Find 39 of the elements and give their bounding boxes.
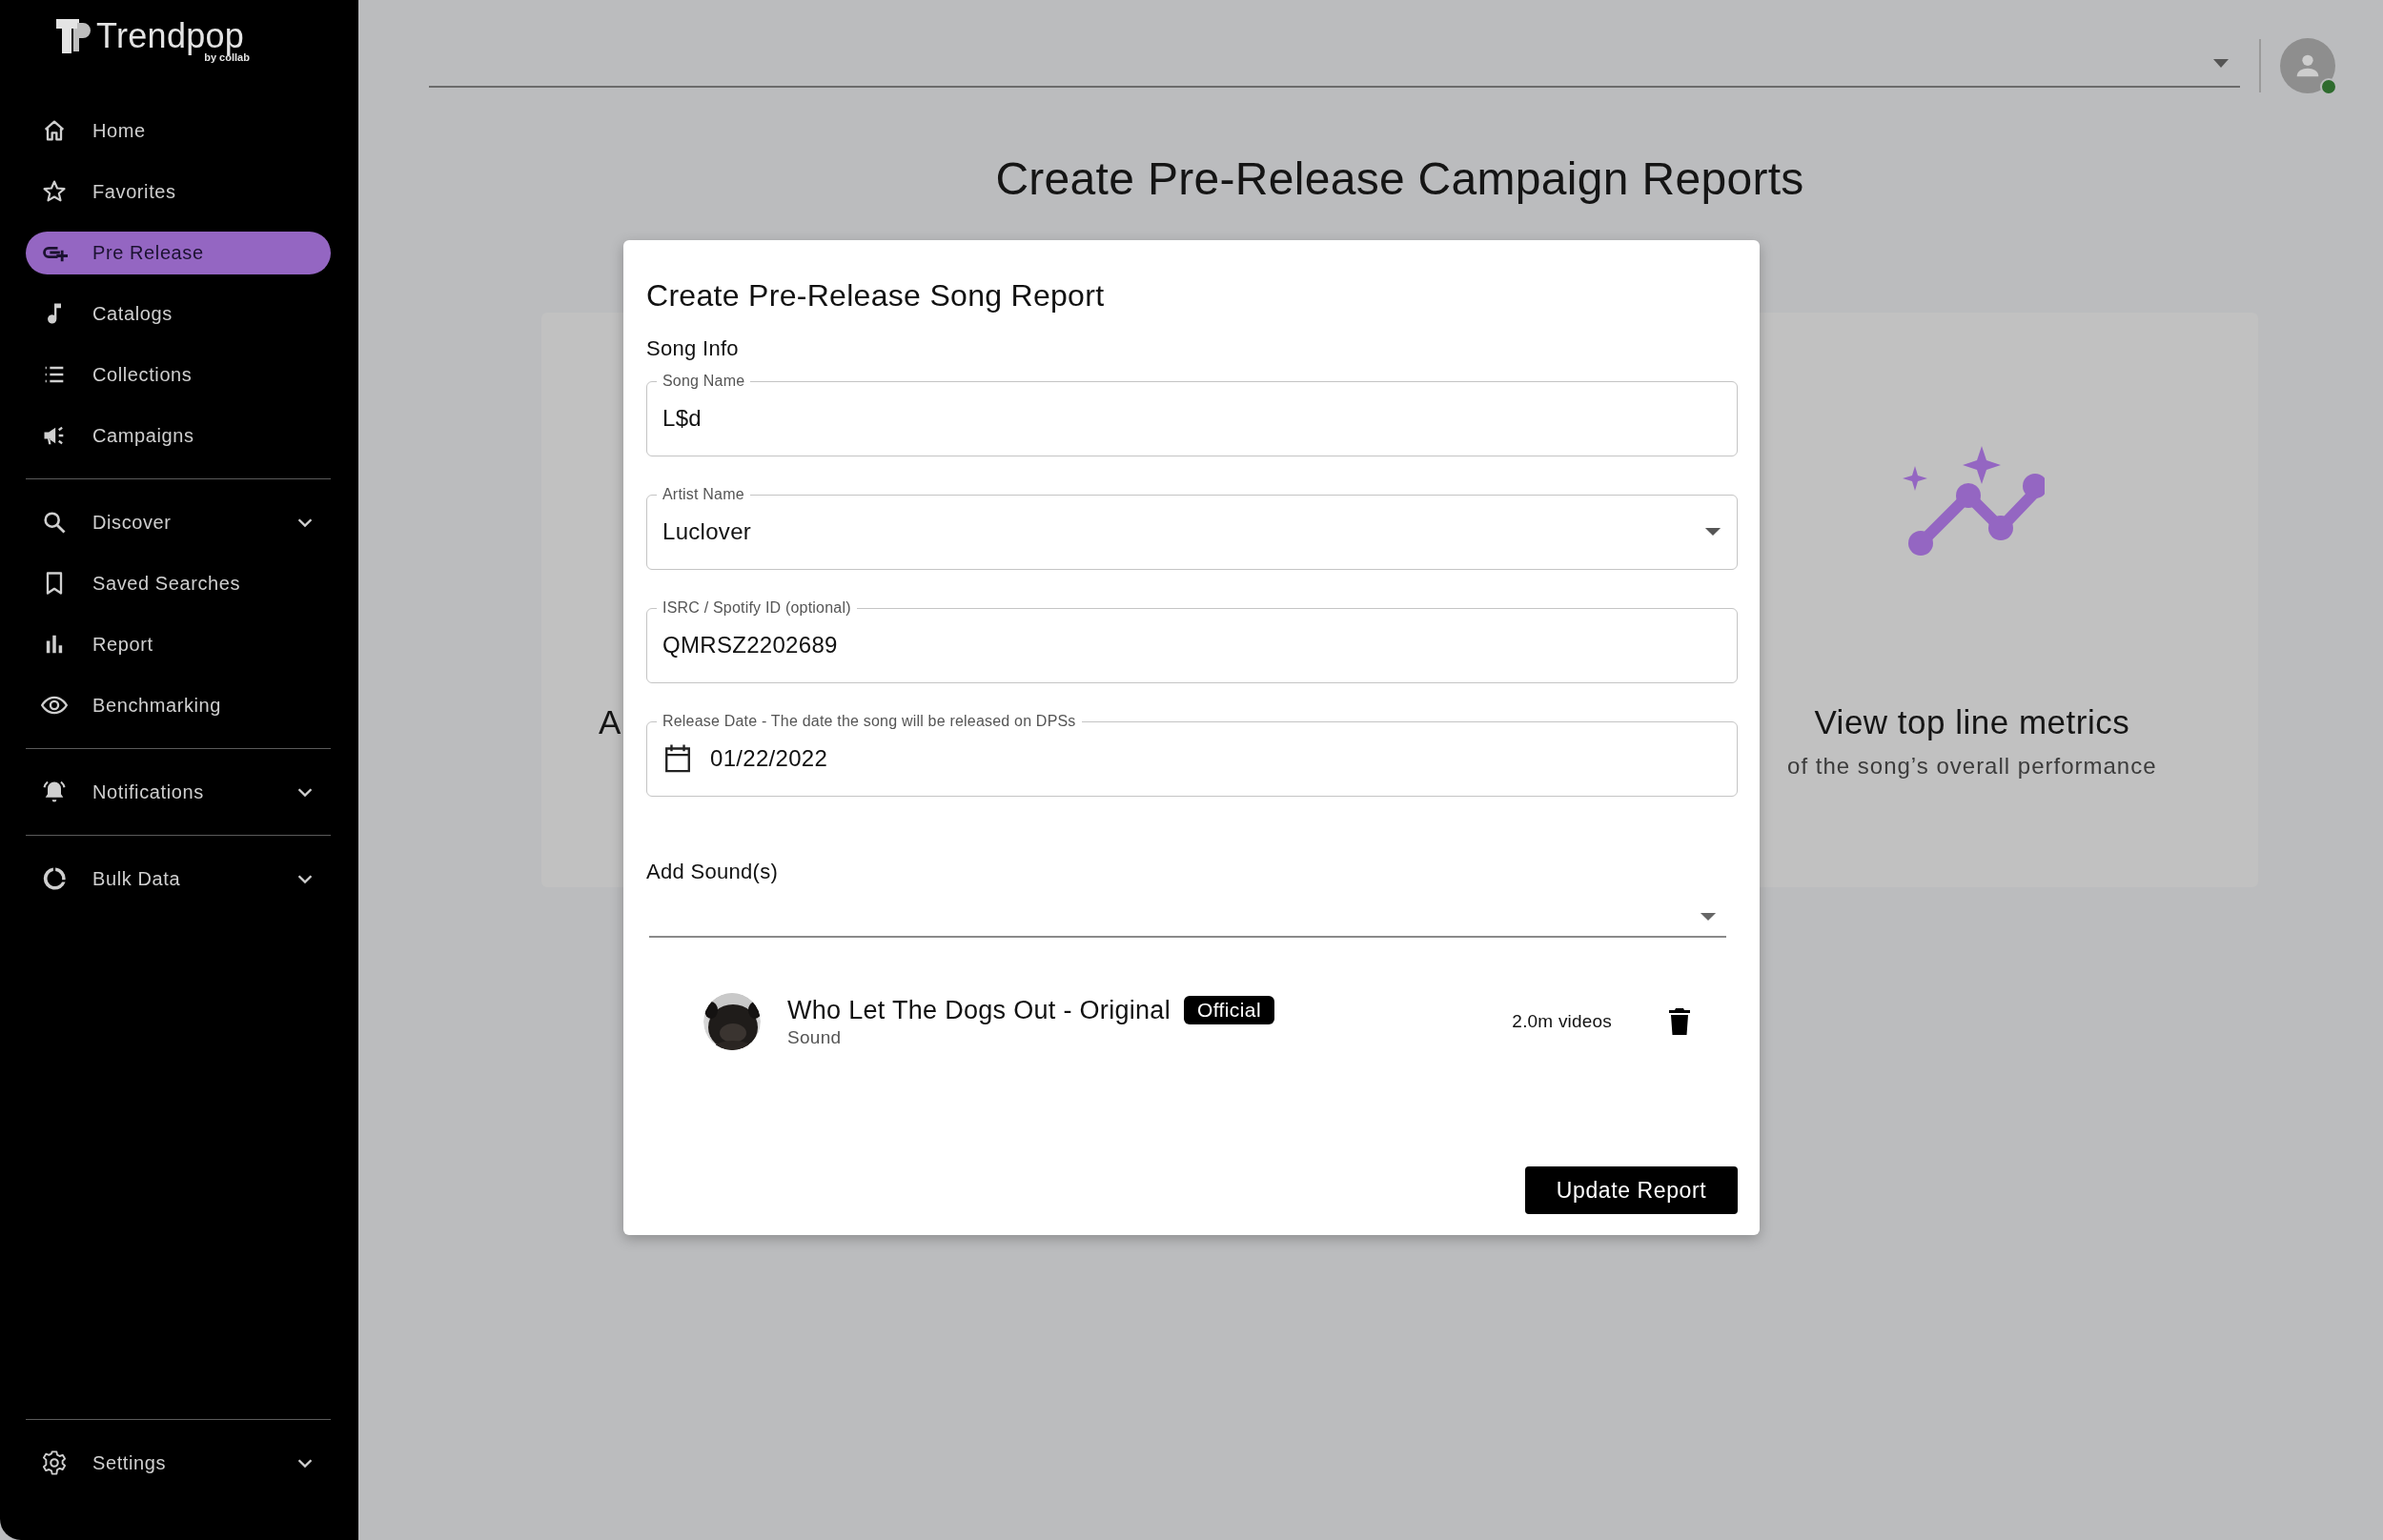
donut-icon xyxy=(41,865,68,892)
official-badge: Official xyxy=(1184,996,1274,1024)
section-label: Add Sound(s) xyxy=(646,860,780,884)
sidebar-item[interactable]: Collections xyxy=(26,353,331,396)
text-field[interactable]: Song Name L$d xyxy=(646,372,1738,456)
update-report-button[interactable]: Update Report xyxy=(1525,1166,1738,1214)
card-subtitle: of the song’s overall performance xyxy=(1787,753,2157,780)
select-field[interactable]: Artist Name Luclover xyxy=(646,485,1738,570)
calendar-icon xyxy=(662,742,693,775)
date-field[interactable]: Release Date - The date the song will be released on DPSs 01/22/2022 xyxy=(646,712,1738,797)
brand-name: Trendpop xyxy=(96,17,245,55)
modal-title: Create Pre-Release Song Report xyxy=(646,277,1106,314)
sidebar-item[interactable]: Discover xyxy=(26,500,331,544)
sidebar-item[interactable]: Benchmarking xyxy=(26,683,331,727)
caret-icon xyxy=(1700,912,1717,922)
sidebar-item[interactable]: Campaigns xyxy=(26,414,331,457)
sidebar-item[interactable]: Settings xyxy=(26,1441,331,1485)
page-title: Create Pre-Release Campaign Reports xyxy=(995,152,1804,206)
caret-icon xyxy=(2211,57,2230,69)
sidebar-item[interactable]: Notifications xyxy=(26,770,331,814)
sound-type: Sound xyxy=(787,1026,843,1048)
caret-icon xyxy=(1704,527,1721,537)
sidebar-item[interactable]: Pre Release xyxy=(26,231,331,274)
delete-icon[interactable] xyxy=(1669,1008,1690,1035)
sidebar-item[interactable]: Catalogs xyxy=(26,292,331,335)
sidebar-item[interactable]: Saved Searches xyxy=(26,561,331,605)
sidebar-item[interactable]: Bulk Data xyxy=(26,857,331,901)
video-count: 2.0m videos xyxy=(1512,1011,1612,1032)
card-title: A xyxy=(599,703,621,741)
section-label: Song Info xyxy=(646,335,740,362)
sidebar-item[interactable]: Report xyxy=(26,622,331,666)
sidebar-item[interactable]: Favorites xyxy=(26,170,331,213)
settings-icon xyxy=(41,1449,68,1476)
logo-icon xyxy=(54,17,92,55)
text-field[interactable]: ISRC / Spotify ID (optional) QMRSZ2202689 xyxy=(646,598,1738,683)
sound-title: Who Let The Dogs Out - Original xyxy=(787,995,1171,1025)
search-icon xyxy=(41,509,68,536)
sidebar-item[interactable]: Home xyxy=(26,109,331,152)
card-title: View top line metrics xyxy=(1814,703,2130,741)
